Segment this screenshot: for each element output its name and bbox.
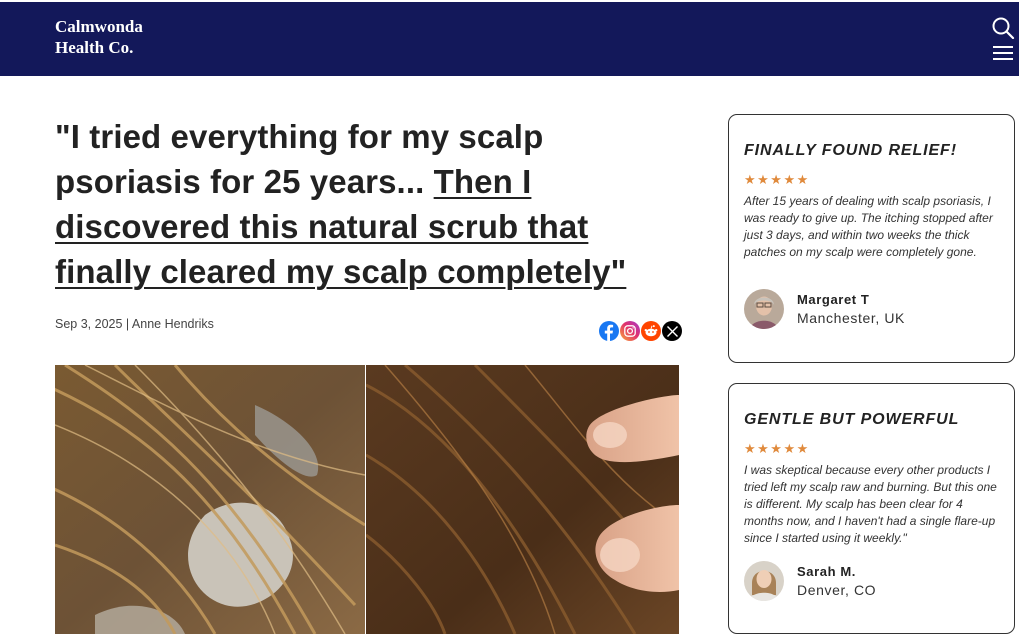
testimonial-title: FINALLY FOUND RELIEF! (744, 142, 957, 159)
article-headline: "I tried everything for my scalp psorias… (55, 114, 685, 294)
star-rating: ★★★★★ (744, 441, 810, 456)
hamburger-menu-icon[interactable] (992, 44, 1014, 62)
site-header: Calmwonda Health Co. (0, 0, 1019, 76)
facebook-icon[interactable] (599, 321, 619, 341)
reviewer-location: Denver, CO (797, 582, 877, 598)
reddit-icon[interactable] (641, 321, 661, 341)
share-icons (599, 321, 682, 341)
testimonial-text: I was skeptical because every other prod… (744, 463, 997, 545)
x-icon[interactable] (662, 321, 682, 341)
search-icon[interactable] (991, 17, 1015, 39)
article-byline: Sep 3, 2025 | Anne Hendriks (55, 317, 214, 331)
site-logo[interactable]: Calmwonda Health Co. (55, 16, 143, 58)
instagram-icon[interactable] (620, 321, 640, 341)
before-after-scalp-photo (55, 365, 679, 634)
reviewer-location: Manchester, UK (797, 310, 905, 326)
testimonial-card: FINALLY FOUND RELIEF! ★★★★★ After 15 yea… (728, 114, 1015, 363)
testimonial-title: GENTLE BUT POWERFUL (744, 411, 960, 428)
avatar (744, 289, 784, 329)
logo-line-1: Calmwonda (55, 17, 143, 36)
reviewer: Sarah M. Denver, CO (744, 561, 876, 601)
avatar (744, 561, 784, 601)
reviewer-name: Sarah M. (797, 564, 856, 579)
reviewer: Margaret T Manchester, UK (744, 289, 905, 329)
reviewer-name: Margaret T (797, 292, 870, 307)
testimonial-card: GENTLE BUT POWERFUL ★★★★★ I was skeptica… (728, 383, 1015, 634)
testimonial-text: After 15 years of dealing with scalp pso… (744, 194, 993, 259)
star-rating: ★★★★★ (744, 172, 810, 187)
logo-line-2: Health Co. (55, 38, 134, 57)
